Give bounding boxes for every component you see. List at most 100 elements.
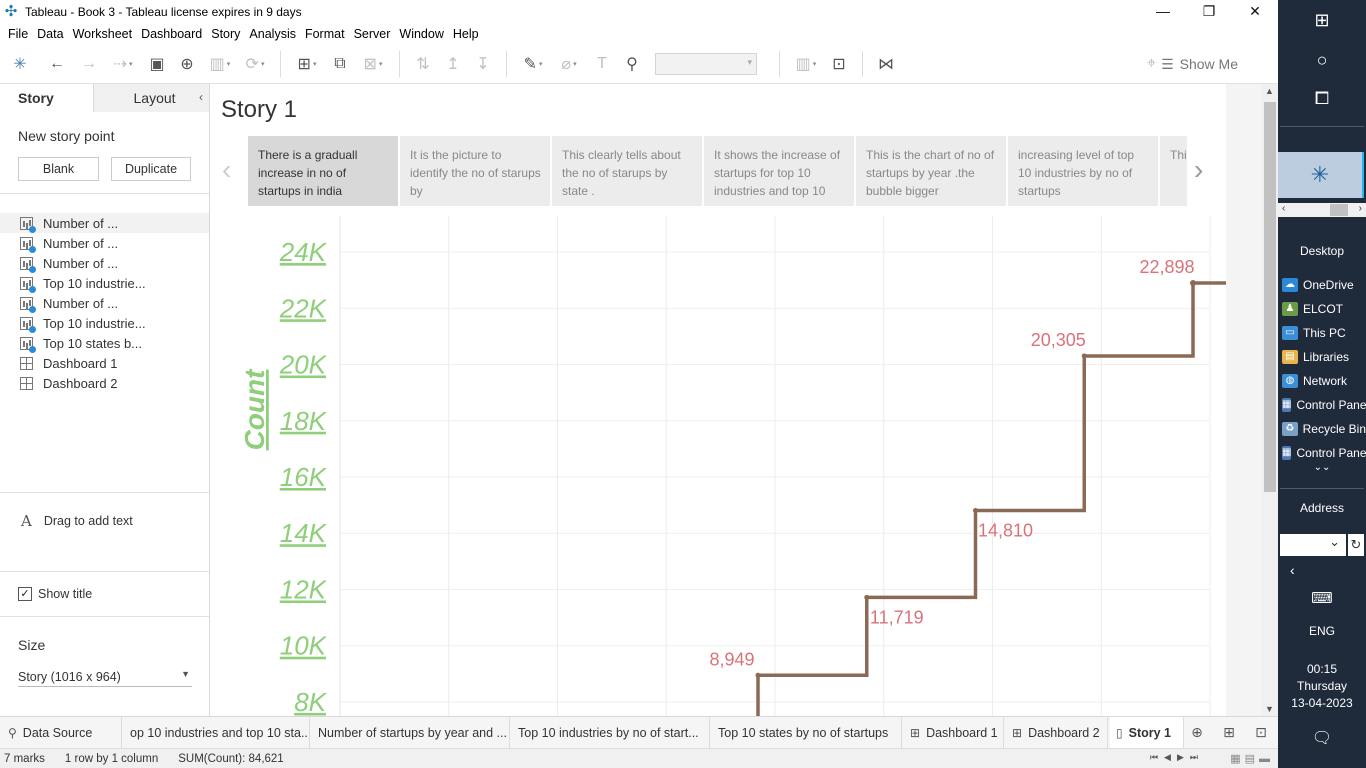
sheet-tab[interactable]: op 10 industries and top 10 sta... <box>124 717 310 748</box>
tableau-home-icon[interactable]: ✳ <box>0 50 40 78</box>
vertical-scrollbar[interactable]: ▲ ▼ <box>1262 84 1278 716</box>
menu-data[interactable]: Data <box>37 27 72 41</box>
new-worksheet-icon[interactable]: ⊞ ▾ <box>289 50 325 78</box>
duplicate-button[interactable]: Duplicate <box>111 157 191 181</box>
new-dashboard-tab-icon[interactable]: ⊞ <box>1218 724 1240 742</box>
scrollbar-thumb[interactable] <box>1264 102 1276 492</box>
redo-icon[interactable]: → <box>74 50 104 78</box>
menu-story[interactable]: Story <box>211 27 249 41</box>
duplicate-sheet-icon[interactable]: ⧉ <box>325 50 355 78</box>
pin-axes-icon[interactable]: ⚲ <box>617 50 647 78</box>
sheet-list-item[interactable]: Top 10 industrie... <box>0 273 209 293</box>
run-update-icon[interactable]: ⟳ ▾ <box>238 50 272 78</box>
story-point-caption[interactable]: This is the chart of no of startups by y… <box>856 136 1006 206</box>
sheet-tab[interactable]: ⚲ Data Source <box>2 717 122 748</box>
sheet-tab[interactable]: Top 10 states by no of startups <box>712 717 902 748</box>
highlighter-icon[interactable]: ⌖ <box>1147 50 1156 78</box>
menu-format[interactable]: Format <box>305 27 354 41</box>
sheet-list-item[interactable]: Number of ... <box>0 213 209 233</box>
size-select[interactable]: Story (1016 x 964) ▼ <box>18 667 192 687</box>
clock-day[interactable]: Thursday <box>1278 679 1366 693</box>
undo-icon[interactable]: ← <box>40 50 74 78</box>
clock-time[interactable]: 00:15 <box>1278 662 1366 676</box>
desktop-item[interactable]: ▭ This PC <box>1282 323 1366 343</box>
save-icon[interactable]: ▣ <box>142 50 172 78</box>
scrollbar-thumb[interactable] <box>1330 204 1348 216</box>
show-title-checkbox[interactable]: ✓ <box>18 587 32 601</box>
sheet-tab[interactable]: ⊞ Dashboard 1 <box>904 717 1004 748</box>
story-point-caption[interactable]: There is a graduall increase in no of st… <box>248 136 398 206</box>
sheet-list-item[interactable]: Dashboard 2 <box>0 373 209 393</box>
new-story-tab-icon[interactable]: ⊡ <box>1250 724 1272 742</box>
menu-analysis[interactable]: Analysis <box>249 27 305 41</box>
refresh-icon[interactable]: ↻ <box>1348 534 1364 556</box>
show-cards-icon[interactable]: ▥ ▾ <box>788 50 824 78</box>
sheet-list-item[interactable]: Number of ... <box>0 293 209 313</box>
back-chevron-icon[interactable]: ‹ <box>1290 562 1295 578</box>
touch-keyboard-icon[interactable]: ⌨ <box>1278 589 1366 607</box>
story-point-caption[interactable]: It is the picture to identify the no of … <box>400 136 550 206</box>
pause-updates-icon[interactable]: ▥ ▾ <box>202 50 238 78</box>
tab-story[interactable]: Story <box>0 84 94 112</box>
clear-sheet-icon[interactable]: ⊠ ▾ <box>355 50 391 78</box>
minimize-button[interactable]: — <box>1140 0 1186 22</box>
tableau-taskbar-icon[interactable]: ✳ <box>1278 152 1364 198</box>
desktop-item[interactable]: ▦ Control Pane <box>1282 443 1366 463</box>
story-point-caption[interactable]: This des sta <box>1160 136 1187 206</box>
sheet-list-item[interactable]: Top 10 industrie... <box>0 313 209 333</box>
new-worksheet-tab-icon[interactable]: ⊕ <box>1186 724 1208 742</box>
close-button[interactable]: ✕ <box>1232 0 1278 22</box>
desktop-item[interactable]: ♟ ELCOT <box>1282 299 1366 319</box>
show-title-toggle[interactable]: ✓ Show title <box>18 587 92 601</box>
previous-story-point-icon[interactable]: ‹ <box>222 154 231 186</box>
replay-icon[interactable]: ⇢ ▾ <box>104 50 142 78</box>
sheet-tab[interactable]: Top 10 industries by no of start... <box>512 717 710 748</box>
desktop-item[interactable]: ♻ Recycle Bin <box>1282 419 1366 439</box>
scroll-down-icon[interactable]: ▼ <box>1265 704 1274 714</box>
highlight-icon[interactable]: ✎ ▾ <box>515 50 551 78</box>
sheet-tab[interactable]: Number of startups by year and ... <box>312 717 510 748</box>
sheet-list-item[interactable]: Dashboard 1 <box>0 353 209 373</box>
sheet-list-item[interactable]: Number of ... <box>0 253 209 273</box>
desktop-item[interactable]: ◍ Network <box>1282 371 1366 391</box>
sort-descending-icon[interactable]: ↧ <box>468 50 498 78</box>
scroll-right-icon[interactable]: › <box>1359 203 1362 214</box>
horizontal-scrollbar[interactable]: ‹ › <box>1278 203 1366 217</box>
collapse-panel-icon[interactable]: ‹ <box>199 90 203 104</box>
more-items-icon[interactable]: ⌄⌄ <box>1278 462 1366 473</box>
show-me-button[interactable]: ☰ Show Me <box>1161 50 1238 78</box>
labels-icon[interactable]: T <box>587 50 617 78</box>
sort-ascending-icon[interactable]: ↥ <box>438 50 468 78</box>
story-point-caption[interactable]: increasing level of top 10 industries by… <box>1008 136 1158 206</box>
desktop-item[interactable]: ▦ Control Pane <box>1282 395 1366 415</box>
desktop-item[interactable]: ▤ Libraries <box>1282 347 1366 367</box>
menu-window[interactable]: Window <box>399 27 452 41</box>
menu-server[interactable]: Server <box>354 27 400 41</box>
scroll-left-icon[interactable]: ‹ <box>1282 203 1285 214</box>
presentation-mode-icon[interactable]: ⊡ <box>824 50 854 78</box>
cortana-search-icon[interactable]: ○ <box>1278 50 1366 71</box>
desktop-item[interactable]: ☁ OneDrive <box>1282 275 1366 295</box>
next-story-point-icon[interactable]: › <box>1194 154 1203 186</box>
drag-to-add-text[interactable]: A Drag to add text <box>21 512 133 530</box>
fit-select[interactable] <box>655 52 757 75</box>
language-indicator[interactable]: ENG <box>1278 624 1366 638</box>
menu-dashboard[interactable]: Dashboard <box>141 27 211 41</box>
task-view-icon[interactable]: ⧠ <box>1278 88 1366 109</box>
windows-start-icon[interactable]: ⊞ <box>1278 10 1366 31</box>
maximize-button[interactable]: ❐ <box>1186 0 1232 22</box>
story-point-caption[interactable]: It shows the increase of startups for to… <box>704 136 854 206</box>
sheet-tab[interactable]: ▯ Story 1 <box>1110 717 1184 748</box>
blank-button[interactable]: Blank <box>18 157 99 181</box>
share-icon[interactable]: ⋈ <box>871 50 901 78</box>
menu-worksheet[interactable]: Worksheet <box>73 27 142 41</box>
menu-help[interactable]: Help <box>453 27 488 41</box>
story-point-caption[interactable]: This clearly tells about the no of staru… <box>552 136 702 206</box>
clock-date[interactable]: 13-04-2023 <box>1278 696 1366 710</box>
swap-icon[interactable]: ⇅ <box>408 50 438 78</box>
step-line-chart[interactable]: 8K 10K 12K 14K 16K 18K 20K 22K 24K Count 8,949 11,7… <box>210 216 1226 716</box>
sheet-list-item[interactable]: Top 10 states b... <box>0 333 209 353</box>
view-mode-icons[interactable]: ▦▤▬ <box>1230 752 1274 765</box>
story-title[interactable]: Story 1 <box>221 96 297 124</box>
new-data-source-icon[interactable]: ⊕ <box>172 50 202 78</box>
